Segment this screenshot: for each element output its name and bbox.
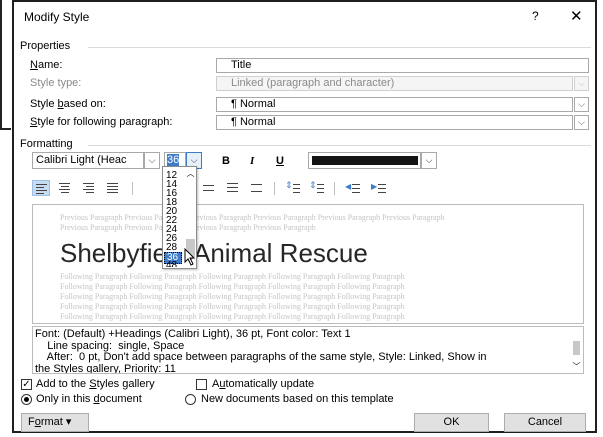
description-line: After: 0 pt, Don't add space between par…: [35, 351, 487, 363]
font-name-select[interactable]: Calibri Light (Heac: [32, 152, 144, 169]
following-paragraph-label: Style for following paragraph:: [30, 116, 173, 128]
ok-button[interactable]: OK: [414, 413, 489, 432]
only-this-document-radio[interactable]: [21, 394, 32, 405]
align-right-button[interactable]: [80, 180, 98, 196]
preview-following-paragraph: Following Paragraph Following Paragraph …: [60, 312, 405, 321]
add-to-gallery-checkbox[interactable]: ✓: [21, 379, 32, 390]
scroll-up-icon[interactable]: ︿: [185, 169, 196, 179]
justify-button[interactable]: [104, 180, 122, 196]
style-preview: Previous Paragraph Previous Paragraph Pr…: [32, 204, 584, 324]
close-icon[interactable]: ✕: [570, 7, 583, 25]
new-documents-radio[interactable]: [185, 394, 196, 405]
description-scrollbar[interactable]: ︿ ﹀: [570, 327, 583, 373]
format-menu-button[interactable]: Format ▾: [21, 413, 89, 432]
underline-button[interactable]: U: [276, 155, 284, 167]
description-line: Font: (Default) +Headings (Calibri Light…: [35, 328, 351, 340]
dialog-title: Modify Style: [24, 10, 90, 24]
background-window-edge: [0, 0, 11, 130]
title-bar: Modify Style ? ✕: [14, 2, 595, 32]
name-input[interactable]: Title: [216, 58, 589, 73]
properties-divider: [88, 47, 591, 48]
preview-following-paragraph: Following Paragraph Following Paragraph …: [60, 292, 405, 301]
help-button[interactable]: ?: [532, 9, 539, 23]
description-line: the Styles gallery, Priority: 11: [35, 362, 176, 374]
add-to-gallery-label: Add to the Styles gallery: [36, 378, 155, 390]
preview-following-paragraph: Following Paragraph Following Paragraph …: [60, 302, 405, 311]
style-description: Font: (Default) +Headings (Calibri Light…: [32, 326, 584, 374]
preview-following-paragraph: Following Paragraph Following Paragraph …: [60, 272, 405, 281]
increase-indent-icon[interactable]: ▶: [370, 180, 388, 196]
modify-style-dialog: Modify Style ? ✕ Properties Name: Title …: [12, 0, 597, 433]
single-spacing-button[interactable]: [200, 180, 218, 196]
italic-button[interactable]: I: [250, 155, 254, 167]
chevron-down-icon[interactable]: ⌵: [574, 97, 589, 112]
align-center-button[interactable]: [56, 180, 74, 196]
based-on-select[interactable]: ¶ Normal: [216, 97, 573, 112]
formatting-heading: Formatting: [20, 138, 73, 150]
only-this-document-label: Only in this document: [36, 393, 142, 405]
style-type-select: Linked (paragraph and character): [216, 76, 573, 91]
cancel-button[interactable]: Cancel: [504, 413, 586, 432]
chevron-down-icon[interactable]: ⌵: [144, 152, 160, 169]
scroll-down-icon[interactable]: ﹀: [570, 361, 583, 373]
toolbar-separator: [334, 182, 335, 195]
preview-following-paragraph: Following Paragraph Following Paragraph …: [60, 282, 405, 291]
new-documents-label: New documents based on this template: [201, 393, 394, 405]
preview-sample-text: Shelbyfield Animal Rescue: [60, 238, 368, 268]
chevron-down-icon[interactable]: ⌵: [574, 115, 589, 130]
one-half-spacing-button[interactable]: [224, 180, 242, 196]
name-label: Name:: [30, 59, 63, 71]
font-color-select[interactable]: [308, 152, 421, 169]
decrease-indent-icon[interactable]: ◀: [344, 180, 362, 196]
properties-heading: Properties: [20, 40, 71, 52]
double-spacing-button[interactable]: [248, 180, 266, 196]
based-on-label: Style based on:: [30, 98, 106, 110]
style-type-label: Style type:: [30, 77, 82, 89]
following-paragraph-select[interactable]: ¶ Normal: [216, 115, 573, 130]
space-after-icon[interactable]: ⇕: [308, 180, 326, 196]
mouse-cursor-icon: [184, 248, 196, 266]
chevron-down-icon: ⌵: [574, 76, 589, 91]
chevron-down-icon[interactable]: ⌵: [421, 152, 437, 169]
preview-previous-paragraph: Previous Paragraph Previous Paragraph Pr…: [60, 213, 445, 222]
toolbar-separator: [132, 182, 133, 195]
toolbar-separator: [274, 182, 275, 195]
font-color-swatch: [312, 156, 418, 165]
space-before-icon[interactable]: ⇕: [284, 180, 302, 196]
formatting-divider: [88, 145, 591, 146]
scroll-thumb[interactable]: [573, 341, 580, 355]
auto-update-checkbox[interactable]: [196, 379, 207, 390]
bold-button[interactable]: B: [222, 155, 230, 167]
align-left-button[interactable]: [32, 180, 50, 196]
auto-update-label: Automatically update: [212, 378, 315, 390]
